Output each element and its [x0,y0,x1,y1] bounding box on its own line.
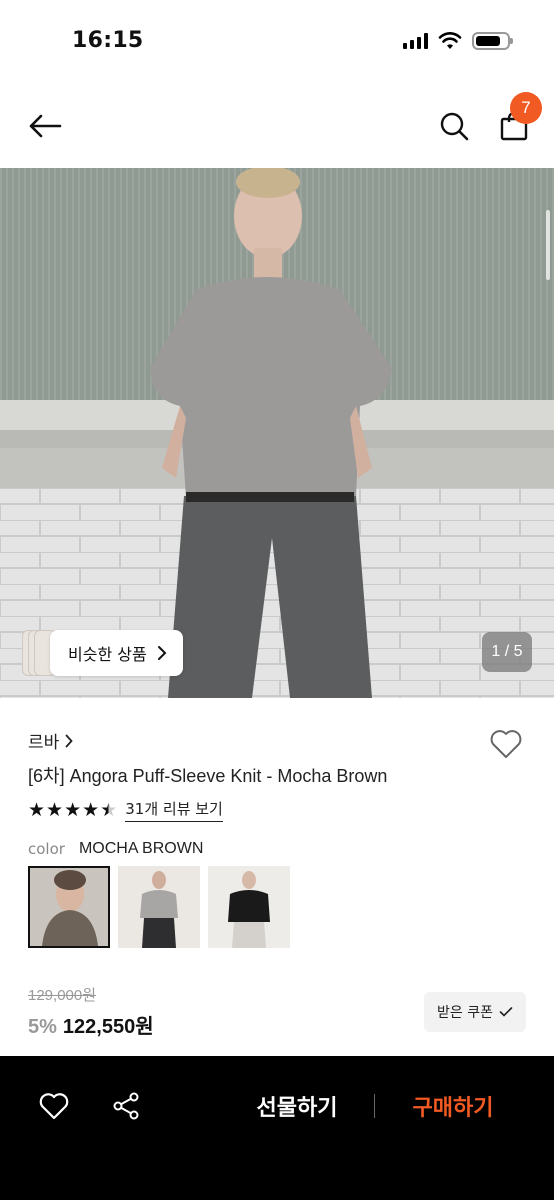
price-row: 5% 122,550원 [28,1010,154,1039]
scroll-indicator [546,210,550,280]
star-icon: ★ [28,799,46,821]
color-label: color [28,840,65,858]
swatch-black[interactable] [208,866,290,948]
cellular-signal-icon [403,33,428,49]
product-title: [6차] Angora Puff-Sleeve Knit - Mocha Bro… [28,766,388,786]
buy-button[interactable]: 구매하기 [392,1086,514,1126]
swatch-mocha-brown[interactable] [28,866,110,948]
wifi-icon [438,32,462,49]
heart-icon [490,730,522,758]
brand-name: 르바 [28,733,60,753]
wishlist-button[interactable] [486,724,526,764]
color-row: color MOCHA BROWN [28,840,203,858]
share-icon [113,1092,139,1120]
similar-products-label: 비슷한 상품 [68,645,147,664]
star-icon: ★ [46,799,64,821]
status-bar: 16:15 [0,0,554,84]
star-rating: ★ ★ ★ ★ ★ [28,799,117,821]
rating-row: ★ ★ ★ ★ ★ 31개 리뷰 보기 [28,798,223,822]
chevron-right-icon [65,734,73,747]
bottom-action-bar: 선물하기 구매하기 [0,1056,554,1200]
star-icon: ★ [82,799,100,821]
search-button[interactable] [434,106,474,146]
discount-rate: 5% [28,1016,57,1038]
sale-price: 122,550원 [62,1016,154,1038]
color-swatches [28,866,290,948]
cart-count-badge: 7 [510,92,542,124]
coupon-label: 받은 쿠폰 [437,1005,493,1021]
swatch-gray[interactable] [118,866,200,948]
arrow-left-icon [29,114,62,138]
original-price: 129,000원 [28,987,97,1004]
bottom-wishlist-button[interactable] [34,1086,74,1126]
share-button[interactable] [106,1086,146,1126]
check-icon [499,1007,513,1017]
half-star-icon: ★ [100,799,118,821]
divider [374,1094,375,1118]
product-image-gallery[interactable]: 비슷한 상품 1 / 5 [0,168,554,698]
image-counter: 1 / 5 [482,632,532,672]
battery-icon [472,32,513,50]
chevron-right-icon [157,646,167,660]
similar-products-button[interactable]: 비슷한 상품 [50,630,183,676]
brand-link[interactable]: 르바 [28,728,73,753]
heart-icon [39,1093,69,1120]
back-button[interactable] [24,106,66,146]
status-time: 16:15 [72,28,144,53]
reviews-link[interactable]: 31개 리뷰 보기 [125,798,223,822]
search-icon [440,112,469,141]
top-nav [0,84,554,168]
gift-button[interactable]: 선물하기 [236,1086,358,1126]
star-icon: ★ [64,799,82,821]
status-icons [403,32,513,50]
coupon-button[interactable]: 받은 쿠폰 [424,992,526,1032]
product-photo [0,168,554,698]
color-value: MOCHA BROWN [78,840,204,857]
